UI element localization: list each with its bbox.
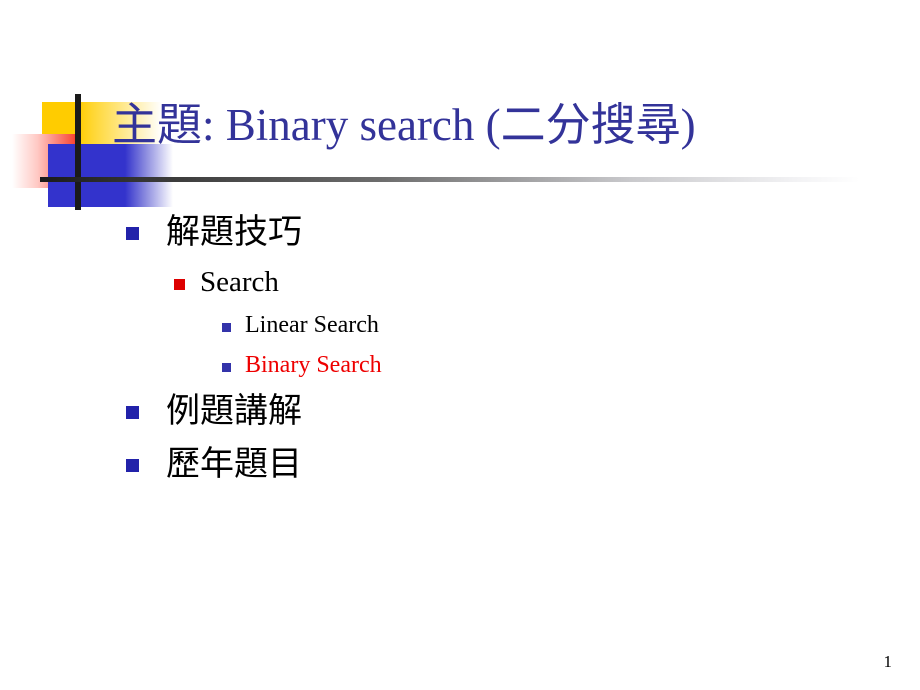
outline-item-label: 解題技巧: [166, 214, 302, 251]
outline-item-label: Search: [200, 266, 279, 298]
outline-item-level1: 歷年題目: [0, 438, 920, 491]
outline-item-label: Linear Search: [245, 312, 379, 338]
vertical-rule-icon: [75, 94, 81, 210]
red-gradient-block-icon: [12, 134, 79, 188]
square-bullet-icon: [126, 459, 139, 472]
outline-item-label: 例題講解: [166, 393, 302, 430]
outline-item-level3: Binary Search: [0, 345, 920, 385]
slide-outline-list: 解題技巧 Search Linear Search Binary Search …: [0, 206, 920, 491]
slide-title: 主題: Binary search (二分搜尋): [112, 100, 696, 150]
outline-item-level2: Search: [0, 259, 920, 305]
outline-item-level1: 解題技巧: [0, 206, 920, 259]
presentation-slide: 主題: Binary search (二分搜尋) 解題技巧 Search Lin…: [0, 0, 920, 690]
horizontal-rule-icon: [40, 177, 860, 182]
square-bullet-icon: [222, 323, 231, 332]
square-bullet-icon: [126, 227, 139, 240]
square-bullet-icon: [222, 363, 231, 372]
outline-item-level3: Linear Search: [0, 305, 920, 345]
outline-item-label-highlighted: Binary Search: [245, 352, 382, 378]
yellow-block-icon: [42, 102, 78, 165]
page-number: 1: [883, 652, 893, 671]
outline-item-label: 歷年題目: [166, 446, 302, 483]
outline-item-level1: 例題講解: [0, 385, 920, 438]
square-bullet-icon: [174, 279, 185, 290]
square-bullet-icon: [126, 406, 139, 419]
